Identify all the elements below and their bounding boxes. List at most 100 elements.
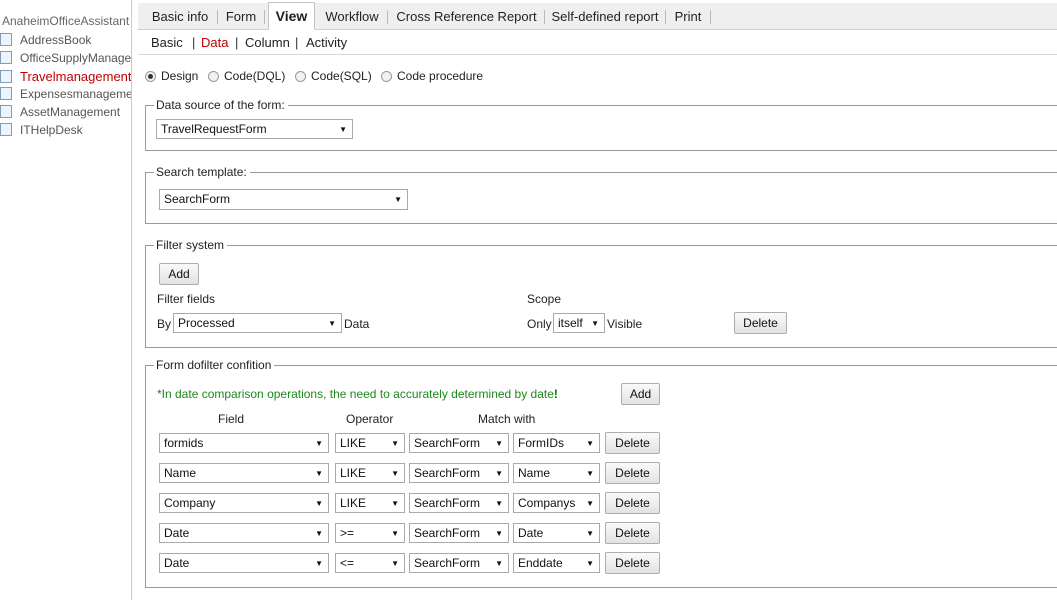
tab-separator [710, 10, 711, 24]
condition-operator-select[interactable]: LIKE ▼ [335, 463, 405, 483]
filter-system-fieldset: Filter system Add Filter fields Scope By… [145, 238, 1057, 348]
condition-delete-button[interactable]: Delete [605, 462, 660, 484]
select-value: Date [164, 526, 190, 540]
tab-form[interactable]: Form [222, 3, 260, 29]
radio-checked-icon [145, 70, 156, 82]
select-value: <= [340, 556, 355, 570]
filter-delete-button[interactable]: Delete [734, 312, 787, 334]
select-value: Company [164, 496, 216, 510]
condition-field-select[interactable]: Company ▼ [159, 493, 329, 513]
tab-self-defined-report[interactable]: Self-defined report [550, 3, 660, 29]
condition-field-select[interactable]: Date ▼ [159, 553, 329, 573]
data-source-select[interactable]: TravelRequestForm ▼ [156, 119, 353, 139]
dropdown-arrow-icon: ▼ [586, 439, 594, 448]
dropdown-arrow-icon: ▼ [328, 319, 336, 328]
condition-delete-button[interactable]: Delete [605, 492, 660, 514]
condition-target-select[interactable]: Date ▼ [513, 523, 600, 543]
scope-select[interactable]: itself ▼ [553, 313, 605, 333]
date-comparison-note: *In date comparison operations, the need… [157, 387, 558, 401]
select-value: SearchForm [414, 496, 481, 510]
select-value: Name [164, 466, 197, 480]
search-template-select[interactable]: SearchForm ▼ [159, 189, 408, 210]
select-value: LIKE [340, 496, 367, 510]
mode-code-sql-radio[interactable]: Code(SQL) [295, 69, 372, 83]
condition-source-select[interactable]: SearchForm ▼ [409, 463, 509, 483]
condition-source-select[interactable]: SearchForm ▼ [409, 553, 509, 573]
filter-fields-label: Filter fields [157, 292, 216, 306]
select-value: SearchForm [414, 436, 481, 450]
select-value: SearchForm [414, 466, 481, 480]
sub-tab-bar: Basic | Data | Column | Activity [138, 30, 1057, 55]
sidebar-item-officesupply[interactable]: OfficeSupplyManagement [0, 49, 131, 66]
scope-label: Scope [527, 292, 562, 306]
condition-delete-button[interactable]: Delete [605, 432, 660, 454]
sidebar-item-label: AssetManagement [20, 104, 121, 119]
data-label: Data [344, 317, 370, 331]
condition-operator-select[interactable]: LIKE ▼ [335, 433, 405, 453]
mode-design-radio[interactable]: Design [145, 69, 198, 83]
condition-source-select[interactable]: SearchForm ▼ [409, 433, 509, 453]
visible-label: Visible [607, 317, 643, 331]
select-value: LIKE [340, 436, 367, 450]
sidebar-item-travel[interactable]: Travelmanagement [0, 68, 132, 85]
select-value: SearchForm [414, 526, 481, 540]
select-value: Enddate [518, 556, 563, 570]
subtab-basic[interactable]: Basic [151, 35, 183, 50]
dropdown-arrow-icon: ▼ [495, 469, 503, 478]
only-label: Only [527, 317, 552, 331]
sidebar-item-label: Expensesmanagement [20, 86, 132, 101]
condition-field-select[interactable]: formids ▼ [159, 433, 329, 453]
filter-add-button[interactable]: Add [159, 263, 199, 285]
dropdown-arrow-icon: ▼ [315, 439, 323, 448]
condition-target-select[interactable]: FormIDs ▼ [513, 433, 600, 453]
subtab-separator: | [235, 35, 239, 50]
mode-code-procedure-radio[interactable]: Code procedure [381, 69, 483, 83]
tab-basic-info[interactable]: Basic info [144, 3, 216, 29]
data-source-legend: Data source of the form: [154, 98, 288, 112]
condition-field-select[interactable]: Name ▼ [159, 463, 329, 483]
condition-source-select[interactable]: SearchForm ▼ [409, 523, 509, 543]
condition-operator-select[interactable]: <= ▼ [335, 553, 405, 573]
filter-field-select[interactable]: Processed ▼ [173, 313, 342, 333]
document-icon [0, 70, 12, 83]
document-icon [0, 51, 12, 64]
dropdown-arrow-icon: ▼ [586, 529, 594, 538]
sidebar-item-addressbook[interactable]: AddressBook [0, 31, 92, 48]
subtab-data[interactable]: Data [201, 35, 228, 50]
dofilter-add-button[interactable]: Add [621, 383, 660, 405]
search-template-legend: Search template: [154, 165, 250, 179]
dropdown-arrow-icon: ▼ [339, 125, 347, 134]
scope-value: itself [558, 316, 583, 330]
dropdown-arrow-icon: ▼ [391, 499, 399, 508]
condition-operator-select[interactable]: >= ▼ [335, 523, 405, 543]
tab-view[interactable]: View [268, 2, 315, 30]
mode-code-dql-radio[interactable]: Code(DQL) [208, 69, 285, 83]
tab-cross-reference-report[interactable]: Cross Reference Report [394, 3, 539, 29]
condition-delete-button[interactable]: Delete [605, 522, 660, 544]
condition-operator-select[interactable]: LIKE ▼ [335, 493, 405, 513]
note-text: *In date comparison operations, the need… [157, 387, 554, 401]
sidebar-item-label: Travelmanagement [20, 69, 132, 84]
condition-source-select[interactable]: SearchForm ▼ [409, 493, 509, 513]
sidebar-item-expenses[interactable]: Expensesmanagement [0, 85, 132, 102]
condition-target-select[interactable]: Enddate ▼ [513, 553, 600, 573]
search-template-value: SearchForm [164, 192, 231, 206]
sidebar-item-ithelpdesk[interactable]: ITHelpDesk [0, 121, 83, 138]
condition-delete-button[interactable]: Delete [605, 552, 660, 574]
dropdown-arrow-icon: ▼ [315, 499, 323, 508]
tab-separator [217, 10, 218, 24]
tab-workflow[interactable]: Workflow [322, 3, 382, 29]
condition-target-select[interactable]: Name ▼ [513, 463, 600, 483]
subtab-column[interactable]: Column [245, 35, 290, 50]
subtab-separator: | [192, 35, 196, 50]
condition-field-select[interactable]: Date ▼ [159, 523, 329, 543]
filter-system-legend: Filter system [154, 238, 228, 252]
tab-print[interactable]: Print [671, 3, 705, 29]
sidebar-root-label[interactable]: AnaheimOfficeAssistant [2, 14, 129, 28]
sidebar-item-label: AddressBook [20, 32, 92, 47]
condition-target-select[interactable]: Companys ▼ [513, 493, 600, 513]
subtab-activity[interactable]: Activity [306, 35, 347, 50]
mode-label: Design [161, 69, 199, 83]
sidebar-item-asset[interactable]: AssetManagement [0, 103, 121, 120]
document-icon [0, 33, 12, 46]
